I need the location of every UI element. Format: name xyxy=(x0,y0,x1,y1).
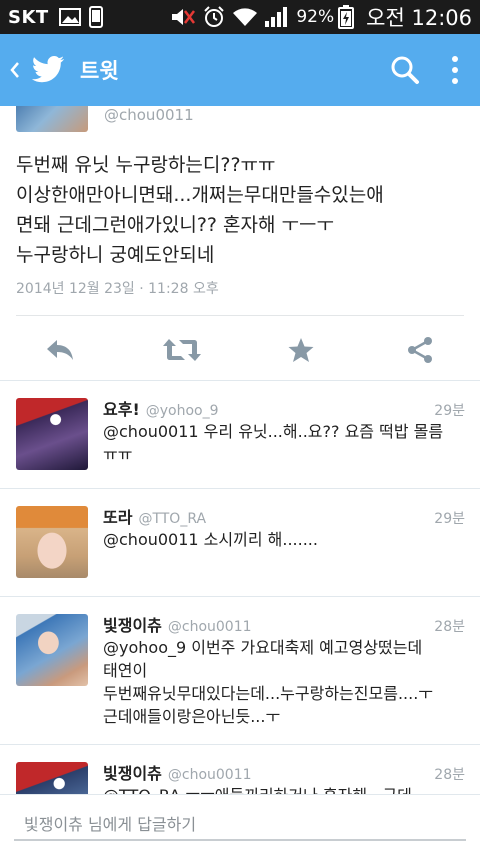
tweet-actions xyxy=(0,316,480,380)
reply-text: @chou0011 우리 유닛...해..요?? 요즘 떡밥 몰름 ㅠㅠ xyxy=(103,420,465,466)
status-bar: SKT 92% 오전 12:06 xyxy=(0,0,480,34)
back-icon[interactable] xyxy=(4,50,26,90)
reply-author-name: 빛쟁이츄 xyxy=(103,764,162,783)
reply-time: 28분 xyxy=(434,619,465,635)
reply-text-line: @chou0011 소시끼리 해....... xyxy=(103,530,318,549)
reply-author-handle: @TTO_RA xyxy=(138,511,207,527)
battery-percent: 92% xyxy=(296,7,335,27)
reply-author-handle: @chou0011 xyxy=(167,767,252,783)
reply-text-line: @yohoo_9 이번주 가요대축제 예고영상떴는데 xyxy=(103,638,423,657)
reply-author-handle: @chou0011 xyxy=(167,619,252,635)
reply-text-line: 태연이 xyxy=(103,661,148,680)
phone-icon xyxy=(88,6,103,28)
favorite-icon[interactable] xyxy=(285,334,317,366)
reply-tweet[interactable]: 빛쟁이츄 @chou0011 28분 @yohoo_9 이번주 가요대축제 예고… xyxy=(0,612,480,742)
reply-text-line: @TTO_RA ㅜㅜ애들끼리하거나 혼자해...근데 xyxy=(103,784,465,794)
reply-time: 28분 xyxy=(434,767,465,783)
share-icon[interactable] xyxy=(404,334,436,366)
avatar[interactable] xyxy=(16,614,88,686)
tweet-text-line: 두번째 유닛 누구랑하는디??ㅠㅠ xyxy=(16,154,276,176)
reply-input[interactable] xyxy=(14,809,466,841)
reply-author-name: 빛쟁이츄 xyxy=(103,616,162,635)
wifi-icon xyxy=(232,7,258,27)
author-handle: @chou0011 xyxy=(104,106,194,124)
avatar[interactable] xyxy=(16,506,88,578)
reply-tweet[interactable]: 요후! @yohoo_9 29분 @chou0011 우리 유닛...해..요?… xyxy=(0,396,480,488)
clock: 오전 12:06 xyxy=(366,6,472,30)
reply-text: @TTO_RA ㅜㅜ애들끼리하거나 혼자해...근데 xyxy=(103,784,465,794)
retweet-icon[interactable] xyxy=(162,334,202,366)
reply-text-line: 두번째유닛무대있다는데...누구랑하는진모름....ㅜ xyxy=(103,684,434,703)
tweet-text-line: 누구랑하니 궁예도안되네 xyxy=(16,244,215,266)
reply-text-line: ㅠㅠ xyxy=(103,445,133,464)
reply-time: 29분 xyxy=(434,403,465,419)
divider xyxy=(0,380,480,381)
tweet-detail: @chou0011 두번째 유닛 누구랑하는디??ㅠㅠ 이상한애만아니면돼...… xyxy=(0,106,480,794)
tweet-author[interactable]: @chou0011 xyxy=(16,106,194,132)
reply-text-line: @chou0011 우리 유닛...해..요?? 요즘 떡밥 몰름 xyxy=(103,422,444,441)
tweet-timestamp: 2014년 12월 23일 · 11:28 오후 xyxy=(16,281,219,297)
overflow-menu-icon[interactable] xyxy=(430,45,480,95)
reply-author-name: 또라 xyxy=(103,508,133,527)
mute-icon xyxy=(170,6,196,28)
gallery-icon xyxy=(58,7,81,27)
twitter-bird-icon[interactable] xyxy=(28,50,68,90)
reply-icon[interactable] xyxy=(44,334,76,366)
reply-author-handle: @yohoo_9 xyxy=(145,403,219,419)
tweet-text: 두번째 유닛 누구랑하는디??ㅠㅠ 이상한애만아니면돼...개쩌는무대만들수있는… xyxy=(16,150,471,270)
page-title: 트윗 xyxy=(80,59,119,83)
divider xyxy=(0,596,480,597)
battery-charging-icon xyxy=(338,5,355,29)
reply-bar xyxy=(0,794,480,853)
carrier-label: SKT xyxy=(8,6,49,28)
reply-text-line: 근데애들이랑은아닌듯...ㅜ xyxy=(103,707,281,726)
signal-icon xyxy=(264,6,290,28)
reply-text: @chou0011 소시끼리 해....... xyxy=(103,528,465,551)
avatar[interactable] xyxy=(16,106,88,132)
reply-text: @yohoo_9 이번주 가요대축제 예고영상떴는데 태연이 두번째유닛무대있다… xyxy=(103,636,465,728)
search-icon[interactable] xyxy=(380,45,430,95)
app-bar: 트윗 xyxy=(0,34,480,106)
reply-tweet[interactable]: 빛쟁이츄 @chou0011 28분 @TTO_RA ㅜㅜ애들끼리하거나 혼자해… xyxy=(0,760,480,794)
tweet-text-line: 이상한애만아니면돼...개쩌는무대만들수있는애 xyxy=(16,184,384,206)
avatar[interactable] xyxy=(16,398,88,470)
divider xyxy=(0,744,480,745)
reply-author-name: 요후! xyxy=(103,400,140,419)
alarm-icon xyxy=(202,5,226,29)
tweet-text-line: 면돼 근데그런애가있니?? 혼자해 ㅜㅡㅜ xyxy=(16,214,334,236)
divider xyxy=(0,488,480,489)
avatar[interactable] xyxy=(16,762,88,794)
reply-tweet[interactable]: 또라 @TTO_RA 29분 @chou0011 소시끼리 해....... xyxy=(0,504,480,596)
reply-time: 29분 xyxy=(434,511,465,527)
